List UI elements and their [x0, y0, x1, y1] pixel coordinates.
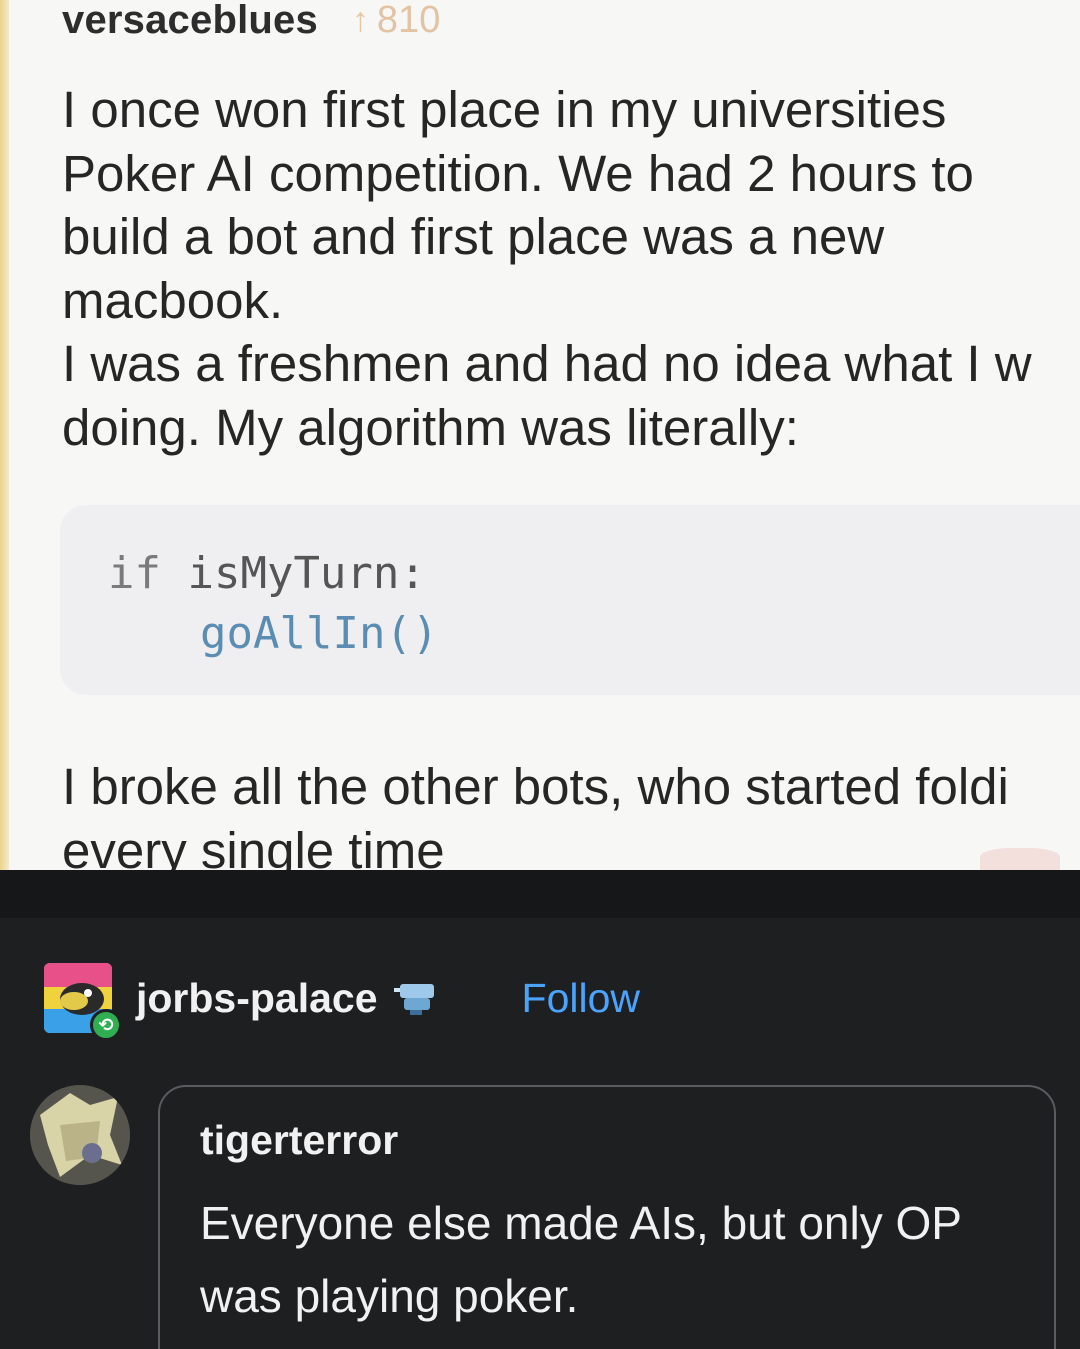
reblog-icon: ⟲: [90, 1009, 122, 1041]
code-keyword: if: [108, 548, 161, 599]
code-condition: isMyTurn:: [187, 548, 426, 599]
op-username[interactable]: versaceblues: [62, 0, 318, 43]
left-edge-stripe: [0, 0, 9, 870]
reblogger-avatar[interactable]: ⟲: [44, 963, 122, 1041]
op-line: build a bot and first place was a new: [62, 208, 885, 265]
op-paragraph-2: I broke all the other bots, who started …: [62, 755, 1080, 870]
op-line: macbook.: [62, 271, 284, 329]
reblogger-username[interactable]: jorbs-palace: [136, 975, 378, 1022]
op-line: I was a freshmen and had no idea what I …: [62, 335, 1032, 392]
code-line-condition: if isMyTurn:: [108, 548, 426, 599]
reblog-header: ⟲ jorbs-palace Follow: [44, 958, 640, 1041]
upvote-count: 810: [376, 0, 441, 41]
code-block: if isMyTurn: goAllIn(): [60, 505, 1080, 695]
original-post-screenshot: versaceblues ↑ 810 I once won first plac…: [0, 0, 1080, 870]
op-line: I once won first place in my universitie…: [62, 81, 947, 138]
sticker-badge-icon[interactable]: [392, 980, 438, 1016]
reply-bubble: tigerterror Everyone else made AIs, but …: [158, 1085, 1056, 1349]
reply-username[interactable]: tigerterror: [200, 1117, 398, 1164]
reblog-section: ⟲ jorbs-palace Follow tigerterror Everyo…: [0, 870, 1080, 1349]
op-line: Poker AI competition. We had 2 hours to: [62, 144, 974, 202]
faint-sticker: [980, 848, 1060, 870]
op-line: every single time: [62, 821, 445, 871]
upvote-group[interactable]: ↑ 810: [352, 0, 440, 42]
divider-band: [0, 870, 1080, 918]
reply-avatar[interactable]: [30, 1085, 130, 1185]
op-paragraph-1: I once won first place in my universitie…: [62, 78, 1080, 459]
code-line-action: goAllIn(): [200, 608, 439, 659]
reply-text: Everyone else made AIs, but only OP was …: [200, 1197, 962, 1322]
op-line: I broke all the other bots, who started …: [62, 758, 1009, 815]
arrow-up-icon: ↑: [351, 1, 369, 39]
follow-button[interactable]: Follow: [522, 975, 640, 1022]
op-header: versaceblues ↑ 810: [62, 0, 440, 50]
op-line: doing. My algorithm was literally:: [62, 398, 799, 456]
